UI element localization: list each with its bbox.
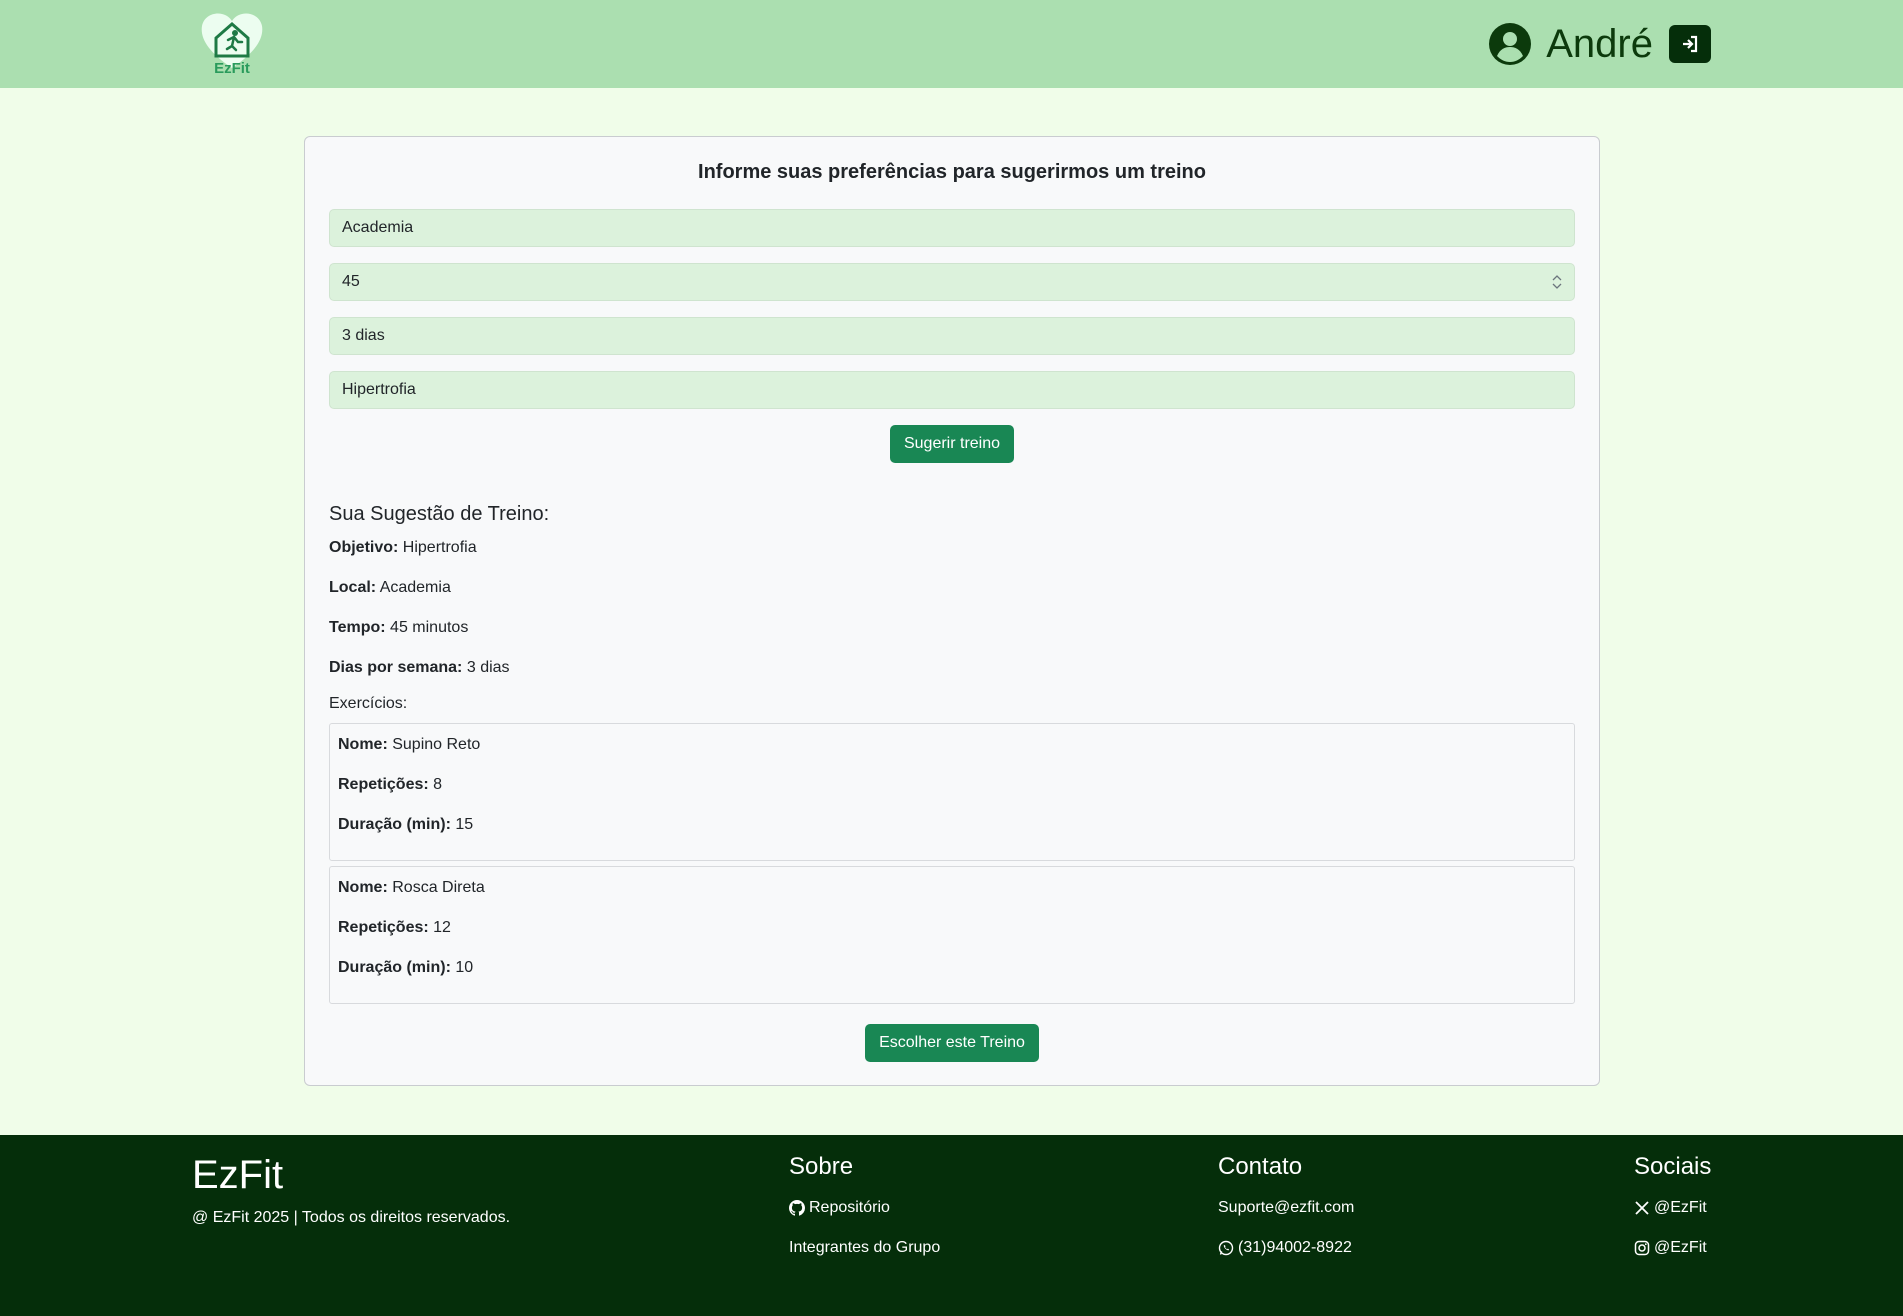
objetivo-select[interactable]: Hipertrofia: [329, 371, 1575, 409]
instagram-link[interactable]: @EzFit: [1634, 1239, 1707, 1257]
exercise-reps-label: Repetições:: [338, 919, 429, 936]
exercise-name-label: Nome:: [338, 736, 388, 753]
group-members-link[interactable]: Integrantes do Grupo: [789, 1239, 940, 1257]
whatsapp-icon: [1218, 1240, 1234, 1256]
instagram-icon: [1634, 1240, 1650, 1256]
dias-select[interactable]: 3 dias: [329, 317, 1575, 355]
tempo-input[interactable]: 45: [329, 263, 1575, 301]
exercise-reps-value: 12: [433, 919, 451, 936]
support-email[interactable]: Suporte@ezfit.com: [1218, 1199, 1354, 1217]
exercise-duration-label: Duração (min):: [338, 959, 451, 976]
exercise-duration-value: 10: [455, 959, 474, 976]
phone-link[interactable]: (31)94002-8922: [1218, 1239, 1352, 1257]
exercise-reps: Repetições: 12: [338, 919, 451, 937]
sign-in-button[interactable]: [1669, 25, 1711, 63]
exercise-duration: Duração (min): 10: [338, 959, 473, 977]
footer-brand: EzFit: [192, 1153, 284, 1197]
exercise-duration-label: Duração (min):: [338, 816, 451, 833]
instagram-handle: @EzFit: [1654, 1239, 1707, 1256]
footer-copyright: @ EzFit 2025 | Todos os direitos reserva…: [192, 1209, 511, 1226]
objetivo-value: Hipertrofia: [402, 539, 477, 556]
objetivo-label: Objetivo:: [329, 539, 399, 556]
suggest-workout-button[interactable]: Sugerir treino: [890, 425, 1014, 463]
form-title: Informe suas preferências para sugerirmo…: [698, 161, 1206, 183]
workout-card: Informe suas preferências para sugerirmo…: [304, 136, 1600, 1086]
exercise-name-value: Rosca Direta: [392, 879, 485, 896]
tempo-value: 45: [342, 273, 360, 290]
user-circle-icon[interactable]: [1488, 22, 1532, 66]
exercise-reps-label: Repetições:: [338, 776, 429, 793]
footer-contato-title: Contato: [1218, 1153, 1303, 1180]
tempo-label: Tempo:: [329, 619, 386, 636]
x-twitter-link[interactable]: @EzFit: [1634, 1199, 1707, 1217]
exercise-card: Nome: Supino Reto Repetições: 8 Duração …: [329, 723, 1575, 861]
exercise-duration-value: 15: [455, 816, 474, 833]
repository-link[interactable]: Repositório: [789, 1199, 890, 1217]
spinner-arrows-icon[interactable]: [1550, 272, 1564, 292]
sign-in-icon: [1683, 35, 1698, 53]
local-select[interactable]: Academia: [329, 209, 1575, 247]
dias-result-value: 3 dias: [466, 659, 510, 676]
logo-text: EzFit: [214, 60, 250, 76]
result-title: Sua Sugestão de Treino:: [329, 503, 550, 525]
exercise-card: Nome: Rosca Direta Repetições: 12 Duraçã…: [329, 866, 1575, 1004]
x-handle: @EzFit: [1654, 1199, 1707, 1216]
exercise-name: Nome: Rosca Direta: [338, 879, 485, 897]
footer-sobre-title: Sobre: [789, 1153, 854, 1180]
user-area: André: [1488, 18, 1711, 70]
choose-workout-button[interactable]: Escolher este Treino: [865, 1024, 1039, 1062]
site-footer: EzFit @ EzFit 2025 | Todos os direitos r…: [0, 1135, 1903, 1316]
exercises-heading: Exercícios:: [329, 695, 408, 712]
exercise-duration: Duração (min): 15: [338, 816, 473, 834]
result-objetivo: Objetivo: Hipertrofia: [329, 539, 477, 557]
footer-sociais-title: Sociais: [1634, 1153, 1712, 1180]
tempo-result-value: 45 minutos: [390, 619, 469, 636]
user-name: André: [1546, 22, 1653, 66]
result-dias: Dias por semana: 3 dias: [329, 659, 510, 677]
ezfit-logo-icon[interactable]: EzFit: [198, 8, 266, 76]
x-twitter-icon: [1635, 1201, 1649, 1215]
exercise-name-label: Nome:: [338, 879, 388, 896]
exercise-name-value: Supino Reto: [392, 736, 481, 753]
result-local: Local: Academia: [329, 579, 451, 597]
github-icon: [789, 1200, 805, 1216]
exercise-reps-value: 8: [433, 776, 443, 793]
local-label: Local:: [329, 579, 377, 596]
site-header: EzFit André: [0, 0, 1903, 88]
exercise-name: Nome: Supino Reto: [338, 736, 480, 754]
local-value: Academia: [379, 579, 451, 596]
dias-label: Dias por semana:: [329, 659, 463, 676]
exercise-reps: Repetições: 8: [338, 776, 442, 794]
repository-link-label: Repositório: [809, 1199, 890, 1216]
result-tempo: Tempo: 45 minutos: [329, 619, 468, 637]
phone-number: (31)94002-8922: [1238, 1239, 1352, 1256]
